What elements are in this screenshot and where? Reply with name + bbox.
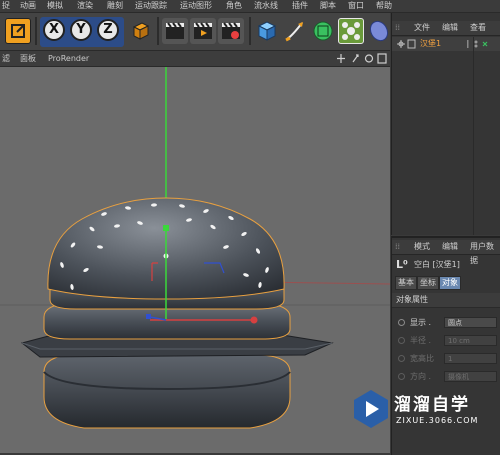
- object-name[interactable]: 汉堡1: [420, 37, 441, 51]
- am-menu-mode[interactable]: 模式: [414, 240, 430, 254]
- menu-item-help[interactable]: 帮助: [376, 0, 392, 12]
- menu-item-character[interactable]: 角色: [226, 0, 242, 12]
- aspect-animate-radio[interactable]: [398, 355, 405, 362]
- make-editable-icon: [11, 24, 25, 38]
- attribute-title-row: L⁰ 空白 [汉堡1]: [392, 256, 500, 274]
- coordinate-system-button[interactable]: [127, 18, 153, 44]
- attribute-manager-menu: ⁞⁞ 模式 编辑 用户数据: [392, 240, 500, 265]
- orientation-label: 方向 .: [410, 372, 432, 381]
- radius-animate-radio[interactable]: [398, 337, 405, 344]
- pen-icon: [285, 22, 303, 42]
- panel-grip-icon: ⁞⁞: [395, 242, 401, 251]
- move-view-icon: [337, 54, 345, 63]
- tab-object[interactable]: 对象: [439, 276, 461, 290]
- display-label: 显示 .: [410, 318, 432, 327]
- main-toolbar: X Y Z: [0, 13, 390, 51]
- z-axis-handle: [146, 314, 151, 319]
- null-object-title-icon: L⁰: [396, 258, 408, 271]
- z-axis-lock-button[interactable]: Z: [97, 19, 119, 41]
- menu-item-window[interactable]: 窗口: [348, 0, 364, 12]
- watermark-play-logo-icon: [354, 390, 388, 428]
- viewport-nav-icons[interactable]: [336, 53, 388, 64]
- display-animate-radio[interactable]: [398, 319, 405, 326]
- clapperboard-play-icon: [194, 22, 212, 39]
- 3d-viewport[interactable]: [0, 67, 390, 453]
- menu-item-snap[interactable]: 捉: [2, 0, 10, 12]
- zoom-view-icon: [352, 54, 359, 63]
- toolbar-divider: [157, 17, 159, 45]
- y-axis-handle: [163, 225, 169, 231]
- cube-primitive-button[interactable]: [254, 18, 280, 44]
- display-dropdown[interactable]: 圆点: [444, 317, 497, 328]
- cloner-button[interactable]: [338, 18, 364, 44]
- aspect-field[interactable]: 1: [444, 353, 497, 364]
- menu-item-motion-tracking[interactable]: 运动跟踪: [135, 0, 167, 12]
- viewport-menu-bar: 滤 面板 ProRender: [0, 51, 390, 67]
- render-view-button[interactable]: [162, 18, 188, 44]
- toolbar-divider: [249, 17, 251, 45]
- menu-item-mograph[interactable]: 运动图形: [180, 0, 212, 12]
- coordinate-cube-icon: [132, 22, 150, 40]
- object-manager-menu: ⁞⁞ 文件 编辑 查看: [392, 21, 500, 36]
- object-visibility-icons[interactable]: [466, 39, 498, 49]
- section-title: 对象属性: [396, 295, 428, 304]
- rotate-view-icon: [364, 54, 374, 63]
- om-menu-edit[interactable]: 编辑: [442, 21, 458, 35]
- radius-field[interactable]: 10 cm: [444, 335, 497, 346]
- attribute-object-title: 空白 [汉堡1]: [414, 260, 460, 269]
- tab-coordinates[interactable]: 坐标: [417, 276, 439, 290]
- subdivision-icon: [313, 21, 333, 41]
- orientation-animate-radio[interactable]: [398, 373, 405, 380]
- section-header: 对象属性: [392, 293, 500, 308]
- deformer-button[interactable]: [366, 18, 392, 44]
- column-divider: [473, 37, 474, 235]
- watermark-title: 溜溜自学: [394, 395, 470, 415]
- y-axis-lock-button[interactable]: Y: [70, 19, 92, 41]
- clapperboard-gear-icon: [222, 22, 240, 39]
- om-menu-file[interactable]: 文件: [414, 21, 430, 35]
- om-menu-view[interactable]: 查看: [470, 21, 486, 35]
- aspect-label: 宽高比: [410, 354, 434, 363]
- menu-item-script[interactable]: 脚本: [320, 0, 336, 12]
- render-settings-button[interactable]: [218, 18, 244, 44]
- menu-bar: 捉 动画 模拟 渲染 雕刻 运动跟踪 运动图形 角色 流水线 插件 脚本 窗口 …: [0, 0, 500, 13]
- subdivision-surface-button[interactable]: [310, 18, 336, 44]
- panel-grip-icon: ⁞⁞: [395, 23, 401, 32]
- tab-basic[interactable]: 基本: [395, 276, 417, 290]
- render-to-picture-viewer-button[interactable]: [190, 18, 216, 44]
- null-object-icon: [397, 39, 416, 49]
- menu-item-simulate[interactable]: 模拟: [47, 0, 63, 12]
- pen-spline-button[interactable]: [282, 18, 308, 44]
- viewport-scene: [0, 67, 390, 429]
- toolbar-divider: [35, 17, 37, 45]
- cube-icon: [257, 21, 277, 41]
- viewport-menu-filter[interactable]: 滤: [2, 51, 10, 66]
- deformer-icon: [369, 20, 389, 42]
- viewport-menu-panel[interactable]: 面板: [20, 51, 36, 66]
- am-menu-edit[interactable]: 编辑: [442, 240, 458, 254]
- toggle-view-icon: [377, 53, 387, 64]
- menu-item-plugins[interactable]: 插件: [292, 0, 308, 12]
- object-row-burger[interactable]: 汉堡1: [392, 37, 500, 51]
- menu-item-render[interactable]: 渲染: [77, 0, 93, 12]
- radius-label: 半径 .: [410, 336, 432, 345]
- x-axis-handle: [250, 316, 258, 324]
- x-axis-lock-button[interactable]: X: [43, 19, 65, 41]
- burger-bottom-bun: [43, 354, 291, 429]
- watermark: 溜溜自学 ZIXUE.3066.COM: [350, 385, 500, 437]
- viewport-menu-prorender[interactable]: ProRender: [48, 51, 89, 66]
- cloner-icon: [342, 22, 360, 40]
- object-manager-panel: ⁞⁞ 文件 编辑 查看 汉堡1: [391, 13, 500, 235]
- clapperboard-icon: [166, 22, 184, 39]
- menu-item-sculpt[interactable]: 雕刻: [107, 0, 123, 12]
- make-editable-button[interactable]: [5, 18, 31, 44]
- menu-item-animate[interactable]: 动画: [20, 0, 36, 12]
- menu-item-pipeline[interactable]: 流水线: [254, 0, 278, 12]
- orientation-dropdown[interactable]: 摄像机: [444, 371, 497, 382]
- watermark-url: ZIXUE.3066.COM: [396, 416, 479, 425]
